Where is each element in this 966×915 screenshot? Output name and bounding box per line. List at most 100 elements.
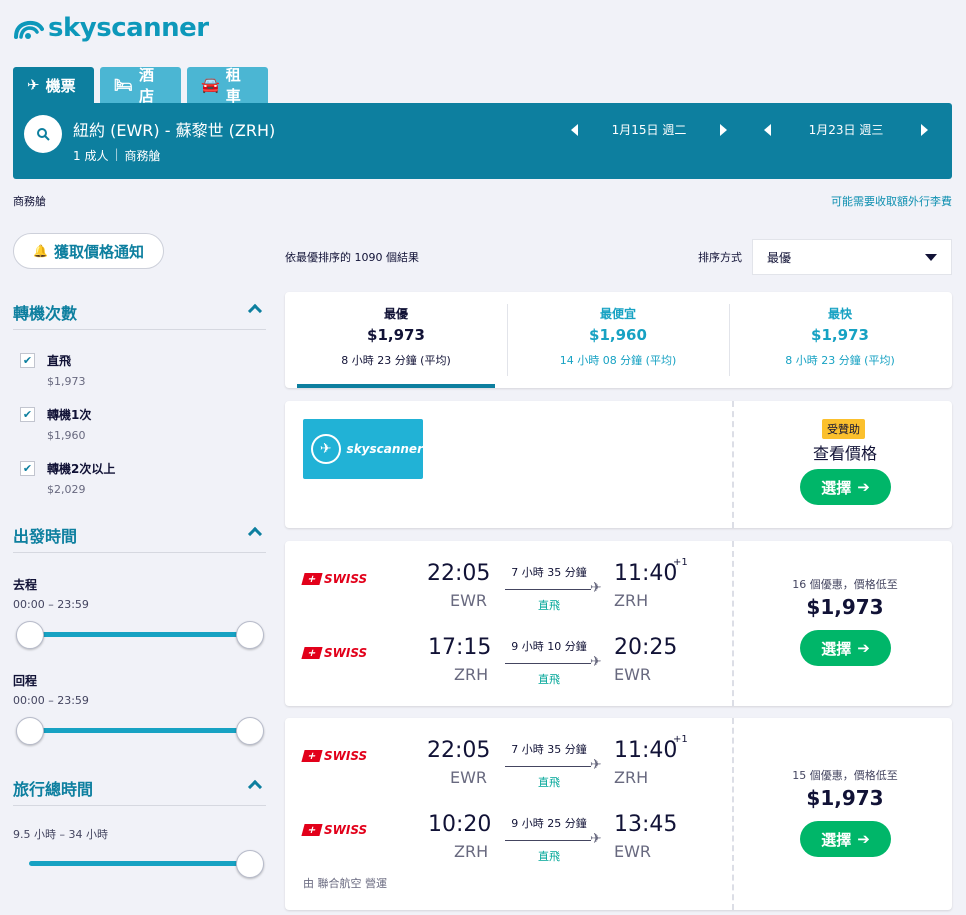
itinerary-card[interactable]: + SWISS 22:05 EWR 7 小時 35 分鐘 ✈ 直飛 11:40 +… — [285, 541, 952, 706]
filter-two-plus-price: $2,029 — [47, 483, 86, 496]
return-slider-min-handle[interactable] — [16, 717, 44, 745]
itinerary-price: $1,973 — [806, 595, 884, 619]
airline-name: SWISS — [324, 646, 368, 660]
outbound-label: 去程 — [13, 578, 38, 592]
results-count: 依最優排序的 1090 個結果 — [285, 251, 419, 264]
deals-count: 16 個優惠，價格低至 — [792, 578, 898, 591]
cabin-text: 商務艙 — [124, 149, 161, 163]
return-label: 回程 — [13, 674, 38, 688]
chevron-up-icon — [247, 779, 263, 795]
prev-depart-date-icon[interactable] — [571, 123, 578, 136]
search-summary-bar: 紐約 (EWR) - 蘇黎世 (ZRH) 1 成人 | 商務艙 1月15日 週二… — [13, 103, 952, 179]
duration-slider-handle[interactable] — [236, 850, 264, 878]
plane-icon: ✈ — [27, 76, 40, 94]
sort-tab-price: $1,960 — [589, 326, 647, 344]
filter-duration-title: 旅行總時間 — [13, 780, 94, 799]
select-label: 選擇 — [821, 478, 852, 497]
day-offset: +1 — [673, 734, 688, 745]
ad-logo-text: skyscanner — [346, 442, 423, 456]
filter-direct-price: $1,973 — [47, 375, 86, 388]
arrow-right-icon: ➔ — [857, 830, 870, 848]
day-offset: +1 — [673, 557, 688, 568]
checkbox-direct[interactable]: ✔ — [20, 353, 35, 368]
tab-flights[interactable]: ✈ 機票 — [13, 67, 94, 103]
departure-airport: ZRH — [454, 842, 489, 861]
filter-direct[interactable]: ✔ 直飛 $1,973 — [20, 352, 86, 391]
itinerary-card[interactable]: + SWISS 22:05 EWR 7 小時 35 分鐘 ✈ 直飛 11:40 +… — [285, 718, 952, 910]
stops-label: 直飛 — [538, 850, 560, 863]
sort-tabs: 最優 $1,973 8 小時 23 分鐘 (平均) 最便宜 $1,960 14 … — [285, 292, 952, 388]
sponsored-title: 查看價格 — [812, 444, 877, 463]
tab-car-hire[interactable]: 🚘 租車 — [187, 66, 268, 105]
depart-date-nav: 1月15日 週二 — [571, 121, 727, 138]
filter-departure-header[interactable]: 出發時間 — [13, 523, 266, 553]
skyscanner-logo[interactable]: skyscanner — [12, 10, 209, 46]
plane-icon: ✈ — [590, 654, 602, 670]
price-alert-button[interactable]: 🔔 獲取價格通知 — [13, 233, 164, 269]
baggage-fees-link[interactable]: 可能需要收取額外行李費 — [831, 193, 952, 209]
return-date[interactable]: 1月23日 週三 — [771, 121, 921, 138]
tab-car-hire-label: 租車 — [225, 66, 241, 105]
sort-tab-label: 最便宜 — [599, 307, 636, 321]
select-button[interactable]: 選擇 ➔ — [800, 821, 891, 857]
return-slider-track[interactable] — [29, 728, 250, 733]
outbound-slider-min-handle[interactable] — [16, 621, 44, 649]
checkbox-two-plus-stops[interactable]: ✔ — [20, 461, 35, 476]
filter-two-plus-label: 轉機2次以上 — [47, 462, 116, 476]
search-button[interactable] — [24, 115, 62, 153]
checkbox-one-stop[interactable]: ✔ — [20, 407, 35, 422]
duration-range: 9.5 小時 – 34 小時 — [13, 828, 108, 841]
filter-one-stop[interactable]: ✔ 轉機1次 $1,960 — [20, 406, 91, 445]
deals-count: 15 個優惠，價格低至 — [792, 769, 898, 782]
sort-tab-price: $1,973 — [367, 326, 425, 344]
filter-duration-header[interactable]: 旅行總時間 — [13, 776, 266, 806]
route-text[interactable]: 紐約 (EWR) - 蘇黎世 (ZRH) — [73, 117, 275, 141]
bell-icon: 🔔 — [33, 244, 48, 258]
return-range: 00:00 – 23:59 — [13, 694, 89, 707]
airline-name: SWISS — [324, 572, 368, 586]
active-tab-indicator — [297, 384, 495, 388]
price-alert-label: 獲取價格通知 — [53, 242, 144, 261]
travellers-summary[interactable]: 1 成人 | 商務艙 — [73, 147, 161, 164]
plane-icon: ✈ — [590, 757, 602, 773]
duration-slider-track[interactable] — [29, 861, 250, 866]
chevron-up-icon — [247, 303, 263, 319]
flight-line — [505, 766, 591, 767]
select-button[interactable]: 選擇 ➔ — [800, 630, 891, 666]
sort-tab-fastest[interactable]: 最快 $1,973 8 小時 23 分鐘 (平均) — [729, 292, 951, 388]
arrival-airport: EWR — [614, 665, 652, 684]
prev-return-date-icon[interactable] — [764, 123, 771, 136]
next-return-date-icon[interactable] — [921, 123, 928, 136]
card-divider — [732, 541, 734, 706]
filter-one-stop-price: $1,960 — [47, 429, 86, 442]
filter-direct-label: 直飛 — [47, 354, 72, 368]
outbound-slider-max-handle[interactable] — [236, 621, 264, 649]
sponsored-ad-image[interactable]: ✈ skyscanner — [303, 419, 423, 479]
card-divider — [732, 718, 734, 910]
depart-date[interactable]: 1月15日 週二 — [578, 121, 720, 138]
sort-tab-duration: 8 小時 23 分鐘 (平均) — [785, 354, 895, 367]
flight-line — [505, 663, 591, 664]
itinerary-price: $1,973 — [806, 786, 884, 810]
filter-stops-header[interactable]: 轉機次數 — [13, 300, 266, 330]
sort-tab-best[interactable]: 最優 $1,973 8 小時 23 分鐘 (平均) — [285, 292, 507, 388]
sort-select[interactable]: 最優 — [752, 239, 952, 275]
tab-hotels[interactable]: 🛏 酒店 — [100, 66, 181, 105]
cloud-logo-icon — [14, 20, 44, 39]
sort-tab-price: $1,973 — [811, 326, 869, 344]
sort-tab-label: 最優 — [383, 307, 408, 321]
sponsored-select-button[interactable]: 選擇 ➔ — [800, 469, 891, 505]
departure-airport: EWR — [450, 768, 488, 787]
sort-label: 排序方式 — [698, 251, 742, 264]
swiss-flag-icon: + — [301, 573, 323, 585]
arrival-airport: ZRH — [614, 768, 649, 787]
filter-two-plus-stops[interactable]: ✔ 轉機2次以上 $2,029 — [20, 460, 115, 499]
return-slider-max-handle[interactable] — [236, 717, 264, 745]
flight-line — [505, 589, 591, 590]
airline-name: SWISS — [324, 823, 368, 837]
select-label: 選擇 — [821, 830, 852, 849]
sort-tab-cheapest[interactable]: 最便宜 $1,960 14 小時 08 分鐘 (平均) — [507, 292, 729, 388]
operated-by-text: 由 聯合航空 營運 — [303, 877, 387, 890]
next-depart-date-icon[interactable] — [720, 123, 727, 136]
outbound-slider-track[interactable] — [29, 632, 250, 637]
